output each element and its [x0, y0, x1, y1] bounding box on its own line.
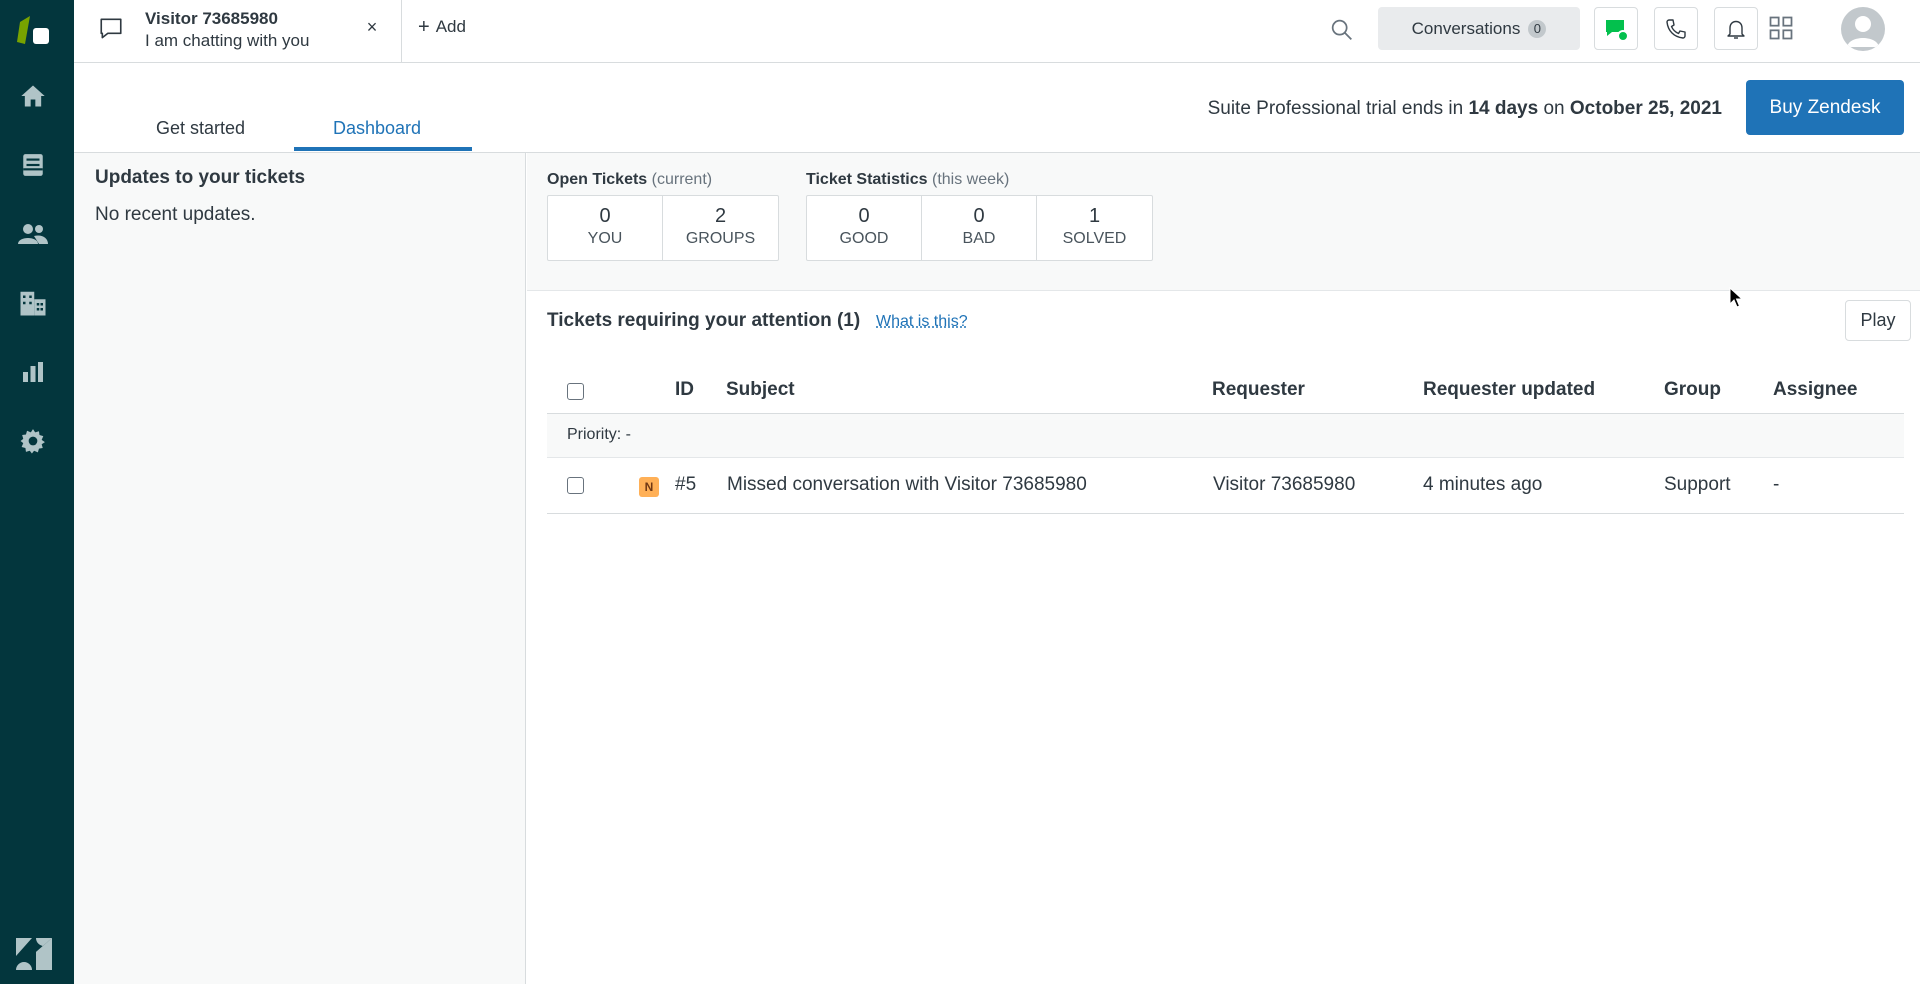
- stat-you-label: YOU: [587, 230, 623, 247]
- stat-good-value: 0: [858, 205, 870, 227]
- column-requester-updated[interactable]: Requester updated: [1423, 379, 1595, 401]
- left-nav: [0, 0, 74, 984]
- status-badge: N: [639, 477, 659, 497]
- open-tickets-group: Open Tickets (current) 0 YOU 2 GROUPS: [547, 171, 779, 261]
- conversation-tab[interactable]: Visitor 73685980 I am chatting with you …: [74, 0, 402, 62]
- admin-gear-icon[interactable]: [17, 425, 49, 457]
- conversation-tab-subtitle: I am chatting with you: [145, 31, 310, 50]
- mouse-cursor-icon: [1729, 286, 1744, 309]
- table-header: ID Subject Requester Requester updated G…: [547, 367, 1904, 414]
- active-tab-indicator: [294, 147, 472, 151]
- trial-middle: on: [1538, 98, 1570, 119]
- reporting-icon[interactable]: [17, 356, 49, 388]
- column-subject[interactable]: Subject: [726, 379, 795, 401]
- add-button[interactable]: + Add: [418, 17, 466, 37]
- zendesk-support-logo[interactable]: [17, 14, 53, 50]
- select-all-checkbox[interactable]: [567, 383, 584, 400]
- chat-status-icon: [1606, 19, 1629, 42]
- plus-icon: +: [418, 16, 430, 38]
- stat-bad-value: 0: [973, 205, 985, 227]
- apps-grid-icon[interactable]: [1767, 14, 1795, 42]
- ticket-subject[interactable]: Missed conversation with Visitor 7368598…: [727, 474, 1087, 496]
- home-icon[interactable]: [17, 80, 49, 112]
- add-button-label: Add: [435, 17, 466, 36]
- stat-groups-label: GROUPS: [685, 230, 756, 247]
- phone-icon: [1666, 18, 1686, 39]
- stat-groups[interactable]: 2 GROUPS: [663, 196, 778, 260]
- attention-title: Tickets requiring your attention (1): [547, 310, 861, 331]
- zendesk-logo: [16, 938, 52, 970]
- what-is-this-link[interactable]: What is this?: [876, 313, 968, 331]
- trial-date: October 25, 2021: [1569, 98, 1722, 119]
- updates-title: Updates to your tickets: [95, 167, 306, 188]
- trial-prefix: Suite Professional trial ends in: [1207, 98, 1469, 119]
- column-assignee[interactable]: Assignee: [1773, 379, 1857, 401]
- phone-button[interactable]: [1654, 7, 1698, 50]
- open-tickets-title: Open Tickets: [547, 171, 648, 188]
- customers-icon[interactable]: [17, 218, 49, 250]
- conversation-tab-title: Visitor 73685980: [145, 9, 278, 28]
- row-checkbox[interactable]: [567, 477, 584, 494]
- stat-solved-value: 1: [1088, 205, 1101, 227]
- close-icon[interactable]: ×: [362, 17, 382, 37]
- ticket-requester-updated: 4 minutes ago: [1423, 474, 1543, 495]
- play-button[interactable]: Play: [1845, 300, 1911, 341]
- ticket-requester: Visitor 73685980: [1213, 474, 1356, 495]
- stat-bad[interactable]: 0 BAD: [922, 196, 1037, 260]
- priority-group-label: Priority: -: [567, 426, 631, 443]
- ticket-assignee: -: [1773, 474, 1780, 495]
- stat-bad-label: BAD: [962, 230, 996, 247]
- chat-status-button[interactable]: [1594, 7, 1638, 50]
- notifications-button[interactable]: [1714, 7, 1758, 50]
- conversations-count: 0: [1528, 19, 1547, 38]
- top-bar: Visitor 73685980 I am chatting with you …: [74, 0, 1920, 63]
- stat-you[interactable]: 0 YOU: [548, 196, 663, 260]
- ticket-stats-title: Ticket Statistics: [806, 171, 928, 188]
- trial-days: 14 days: [1468, 98, 1539, 119]
- column-id[interactable]: ID: [675, 379, 694, 401]
- tab-get-started[interactable]: Get started: [156, 118, 245, 151]
- updates-empty-text: No recent updates.: [95, 204, 256, 225]
- stat-good-label: GOOD: [839, 230, 889, 247]
- stats-bar: Open Tickets (current) 0 YOU 2 GROUPS Ti…: [527, 153, 1920, 291]
- dashboard-main: Open Tickets (current) 0 YOU 2 GROUPS Ti…: [527, 153, 1920, 984]
- table-row[interactable]: N #5 Missed conversation with Visitor 73…: [547, 458, 1904, 514]
- search-icon[interactable]: [1328, 16, 1356, 44]
- stat-solved[interactable]: 1 SOLVED: [1037, 196, 1152, 260]
- trial-notice: Suite Professional trial ends in 14 days…: [1208, 98, 1722, 120]
- dashboard-header: Get started Dashboard Suite Professional…: [74, 63, 1920, 153]
- views-icon[interactable]: [17, 149, 49, 181]
- stat-you-value: 0: [599, 205, 611, 227]
- stat-good[interactable]: 0 GOOD: [807, 196, 922, 260]
- column-requester[interactable]: Requester: [1212, 379, 1305, 401]
- ticket-id: #5: [675, 474, 697, 495]
- bell-icon: [1727, 20, 1745, 39]
- conversations-label: Conversations: [1411, 18, 1521, 38]
- conversations-button[interactable]: Conversations 0: [1378, 7, 1580, 50]
- stat-groups-value: 2: [714, 205, 727, 227]
- organizations-icon[interactable]: [17, 287, 49, 319]
- column-group[interactable]: Group: [1664, 379, 1721, 401]
- priority-group-row: Priority: -: [547, 414, 1904, 458]
- updates-panel: Updates to your tickets No recent update…: [74, 153, 526, 984]
- stat-solved-label: SOLVED: [1062, 230, 1127, 247]
- ticket-group: Support: [1664, 474, 1731, 495]
- avatar-icon[interactable]: [1841, 7, 1885, 51]
- ticket-statistics-group: Ticket Statistics (this week) 0 GOOD 0 B…: [806, 171, 1153, 261]
- buy-zendesk-button[interactable]: Buy Zendesk: [1746, 80, 1904, 135]
- open-tickets-qualifier: (current): [651, 171, 713, 188]
- chat-bubble-icon: [98, 16, 124, 42]
- ticket-stats-qualifier: (this week): [932, 171, 1010, 188]
